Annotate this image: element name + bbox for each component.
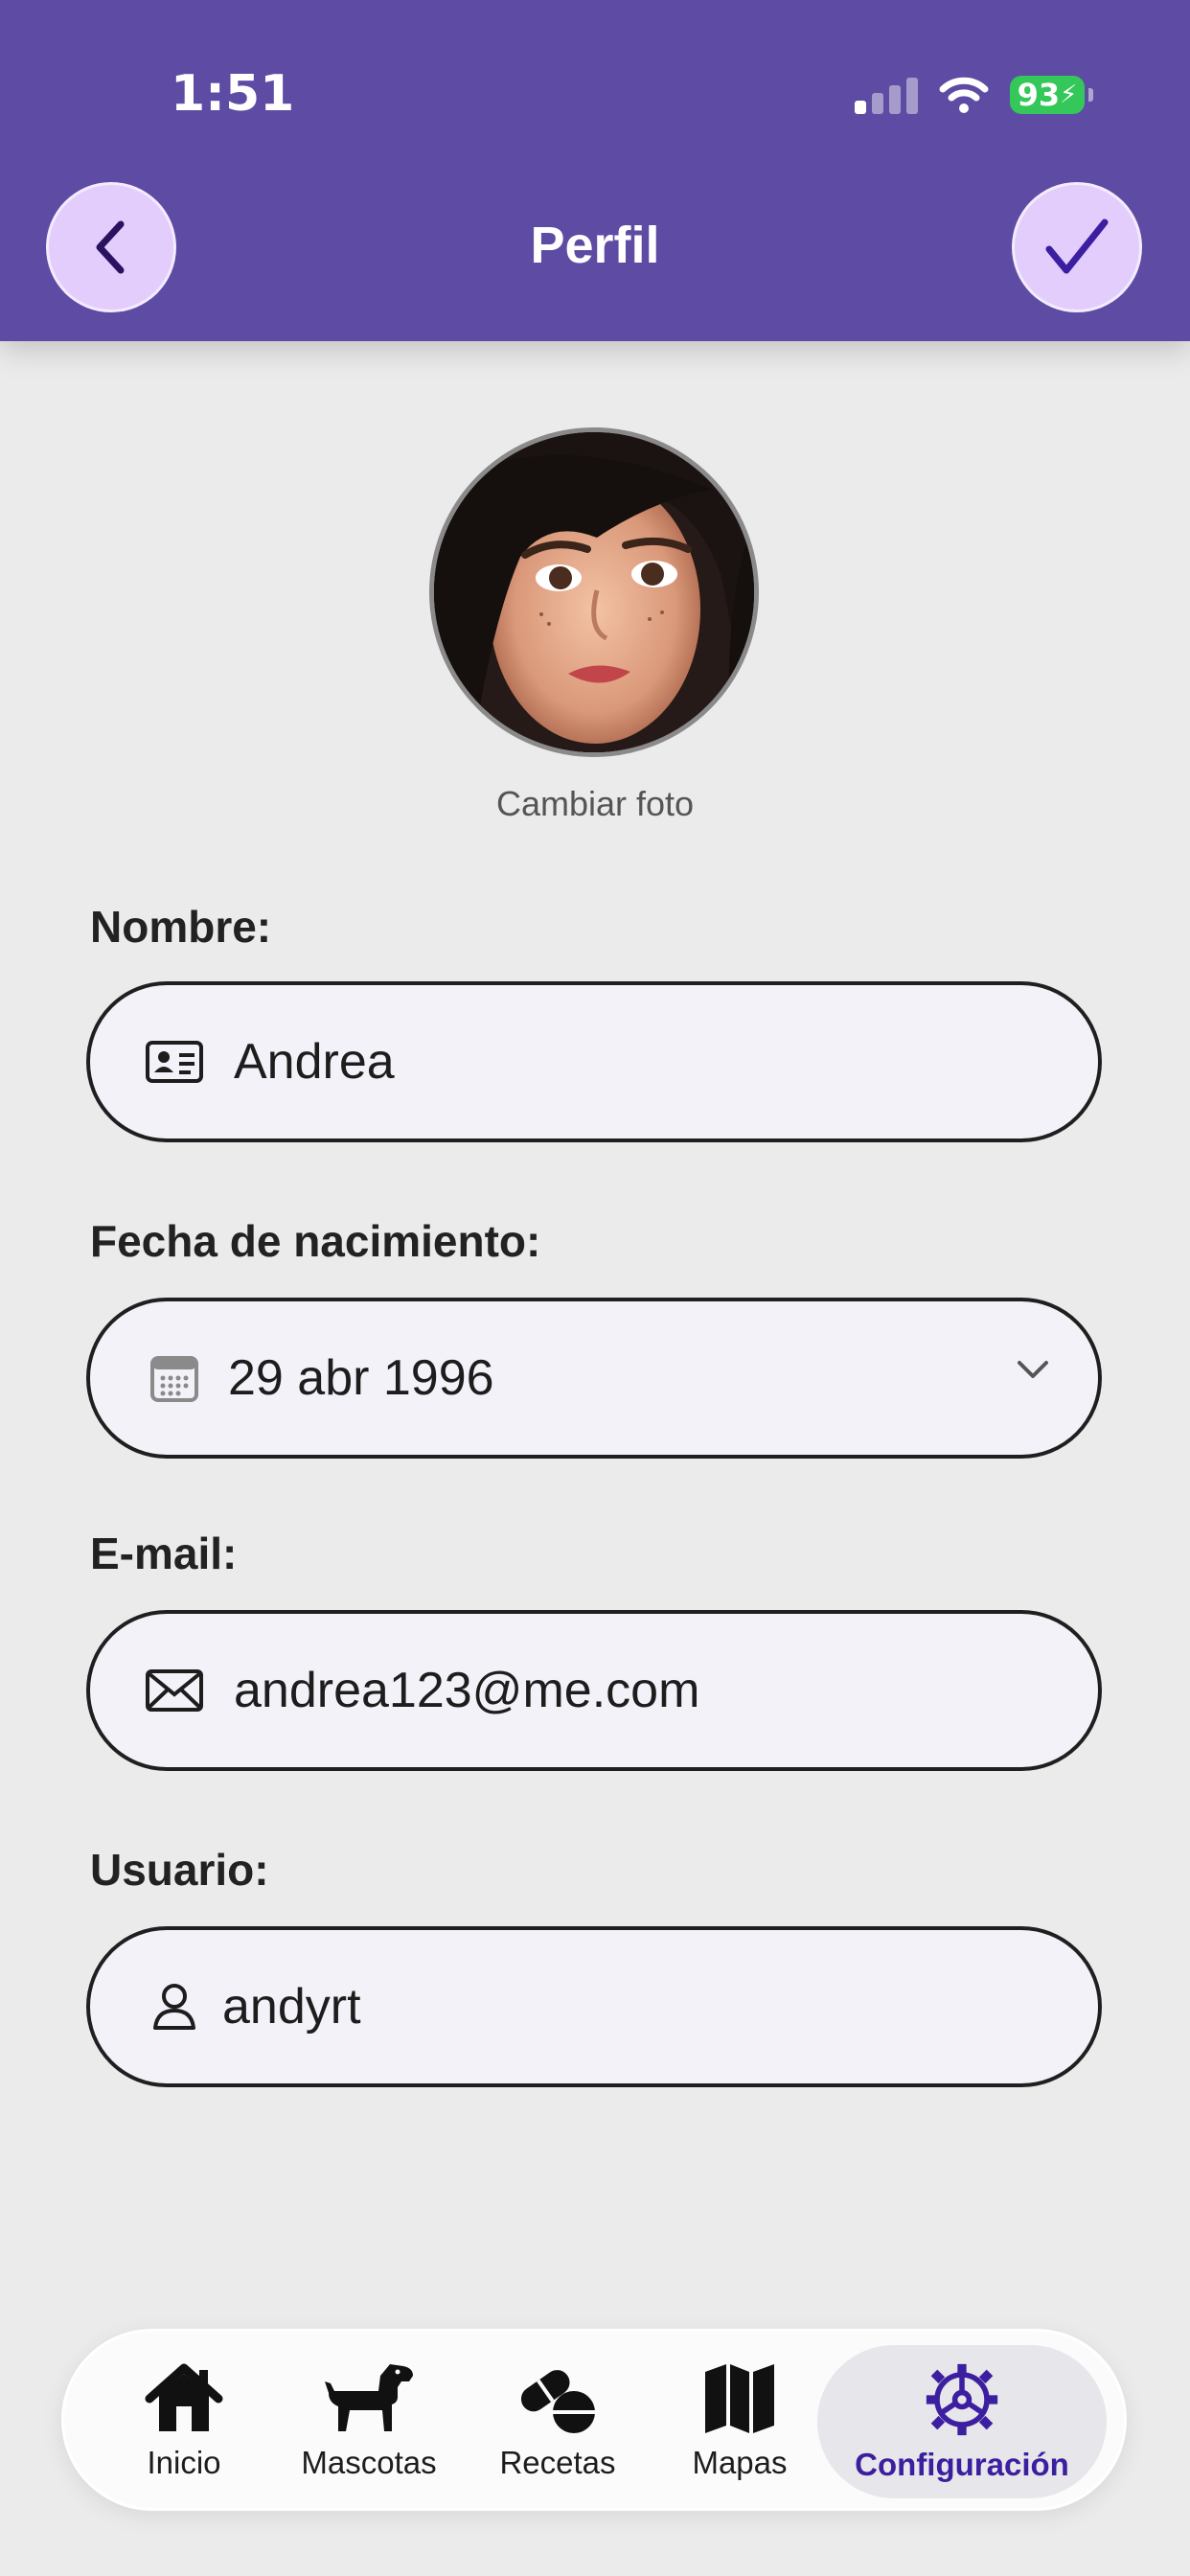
house-icon [144, 2358, 224, 2435]
tab-mascotas[interactable]: Mascotas [292, 2332, 446, 2508]
bottom-tab-bar: Inicio Mascotas Recetas Mapas Configurac… [61, 2329, 1127, 2511]
birthdate-picker[interactable]: 29 abr 1996 [86, 1298, 1102, 1459]
battery-level: 93 [1017, 77, 1061, 113]
username-value: andyrt [222, 1979, 361, 2035]
username-label: Usuario: [90, 1845, 269, 1895]
wifi-icon [939, 77, 989, 113]
tab-label: Inicio [147, 2445, 221, 2480]
tab-configuracion[interactable]: Configuración [817, 2345, 1107, 2498]
checkmark-icon [1045, 218, 1109, 274]
tab-mapas[interactable]: Mapas [668, 2332, 812, 2508]
change-photo-link[interactable]: Cambiar foto [0, 784, 1190, 824]
map-icon [703, 2358, 776, 2435]
id-card-icon [144, 1031, 205, 1092]
profile-portrait-image [434, 432, 754, 752]
person-icon [144, 1976, 205, 2037]
dog-icon [321, 2358, 417, 2435]
tab-label: Mapas [692, 2445, 788, 2480]
name-field[interactable]: Andrea [86, 981, 1102, 1142]
tab-recetas[interactable]: Recetas [486, 2332, 629, 2508]
tab-inicio[interactable]: Inicio [112, 2332, 256, 2508]
birthdate-label: Fecha de nacimiento: [90, 1216, 541, 1266]
email-label: E-mail: [90, 1529, 238, 1578]
save-button[interactable] [1012, 182, 1142, 312]
status-icons: 93 ⚡ [855, 73, 1093, 117]
header-bar: 1:51 93 ⚡ Perfil [0, 0, 1190, 341]
tab-label: Mascotas [301, 2445, 437, 2480]
username-field[interactable]: andyrt [86, 1926, 1102, 2087]
name-label: Nombre: [90, 902, 272, 952]
birthdate-value: 29 abr 1996 [228, 1350, 494, 1406]
profile-photo[interactable] [429, 427, 759, 757]
pills-icon [515, 2358, 601, 2435]
envelope-icon [144, 1660, 205, 1721]
tab-label: Configuración [855, 2447, 1069, 2482]
battery-indicator: 93 ⚡ [1010, 76, 1093, 114]
email-value: andrea123@me.com [234, 1663, 700, 1718]
calendar-icon [144, 1347, 205, 1409]
email-field[interactable]: andrea123@me.com [86, 1610, 1102, 1771]
chevron-down-icon [1014, 1355, 1052, 1389]
status-time: 1:51 [171, 65, 295, 123]
gear-icon [922, 2360, 1002, 2437]
name-value: Andrea [234, 1034, 395, 1090]
cellular-signal-icon [855, 76, 918, 114]
tab-label: Recetas [499, 2445, 616, 2480]
charging-bolt-icon: ⚡ [1060, 80, 1078, 109]
